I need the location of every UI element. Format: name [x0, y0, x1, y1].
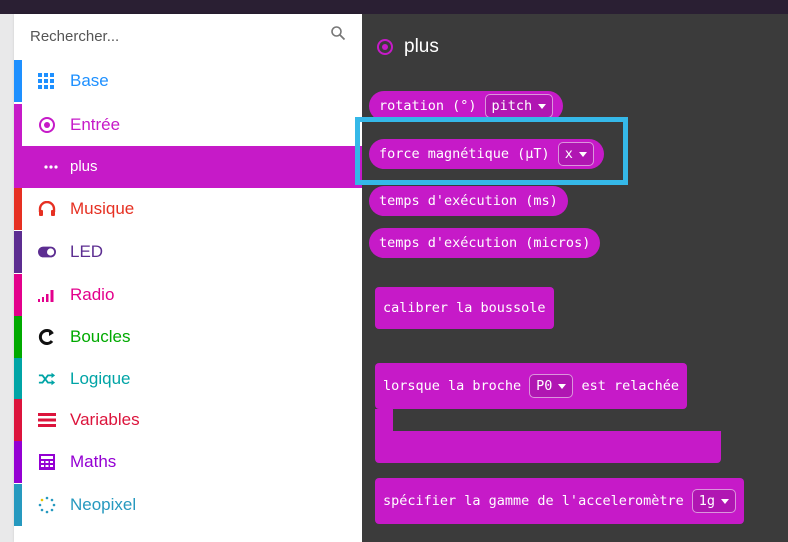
- block-text: spécifier la gamme de l'acceleromètre: [383, 493, 684, 509]
- category-stripe: [14, 484, 22, 526]
- category-stripe: [14, 60, 22, 102]
- search-input[interactable]: [28, 20, 332, 52]
- category-label: Base: [70, 71, 109, 90]
- category-stripe: [14, 231, 22, 273]
- block-text: temps d'exécution (ms): [379, 193, 558, 209]
- category-label: Maths: [70, 452, 117, 471]
- block-temps-micros[interactable]: temps d'exécution (micros): [369, 228, 601, 258]
- block-text: calibrer la boussole: [383, 300, 546, 316]
- category-label: Boucles: [70, 327, 131, 346]
- dropdown-value: pitch: [491, 98, 533, 114]
- block-text: est relachée: [581, 378, 679, 394]
- category-led[interactable]: LED: [14, 231, 362, 273]
- search-icon[interactable]: [330, 25, 346, 41]
- event-header: lorsque la broche P0 est relachée: [375, 363, 687, 409]
- category-stripe: [14, 104, 22, 146]
- category-label: Musique: [70, 199, 135, 218]
- block-specifier[interactable]: spécifier la gamme de l'acceleromètre 1g: [375, 478, 744, 524]
- shuffle-icon: [38, 370, 56, 388]
- category-label: Radio: [70, 285, 115, 304]
- block-text: temps d'exécution (micros): [379, 235, 591, 251]
- category-base[interactable]: Base: [14, 60, 362, 102]
- flyout-header: plus: [376, 32, 439, 62]
- category-label: LED: [70, 242, 104, 261]
- event-side: [375, 409, 393, 431]
- radio-target-icon: [377, 39, 393, 55]
- category-maths[interactable]: Maths: [14, 441, 362, 483]
- category-stripe: [14, 316, 22, 358]
- category-logique[interactable]: Logique: [14, 358, 362, 400]
- category-stripe: [14, 188, 22, 230]
- category-label: plus: [70, 158, 98, 175]
- category-stripe: [14, 358, 22, 400]
- category-musique[interactable]: Musique: [14, 188, 362, 230]
- category-label: Variables: [70, 410, 140, 429]
- pin-dropdown[interactable]: P0: [529, 374, 574, 398]
- dropdown-arrow-icon: [721, 498, 729, 504]
- rotation-dropdown[interactable]: pitch: [484, 94, 554, 118]
- dropdown-value: 1g: [698, 493, 715, 509]
- category-stripe: [14, 274, 22, 316]
- toolbox-search: [14, 14, 362, 60]
- block-text: lorsque la broche: [383, 378, 522, 394]
- category-variables[interactable]: Variables: [14, 399, 362, 441]
- loop-icon: [38, 328, 56, 346]
- lines-icon: [38, 411, 56, 429]
- dropdown-arrow-icon: [558, 383, 567, 389]
- category-stripe: [14, 399, 22, 441]
- category-radio[interactable]: Radio: [14, 274, 362, 316]
- calculator-icon: [38, 453, 56, 471]
- category-label: Entrée: [70, 115, 121, 134]
- signal-bars-icon: [38, 286, 56, 304]
- range-dropdown[interactable]: 1g: [691, 489, 736, 513]
- dropdown-value: P0: [536, 378, 553, 394]
- category-entree[interactable]: Entrée: [14, 104, 362, 146]
- highlight-box: [355, 117, 628, 185]
- top-bar: [0, 0, 788, 14]
- category-label: Logique: [70, 369, 131, 388]
- editor-gutter: [0, 14, 14, 542]
- event-footer: [375, 431, 721, 463]
- category-plus[interactable]: plus: [14, 146, 362, 188]
- category-neopixel[interactable]: Neopixel: [14, 484, 362, 526]
- more-dots-icon: [42, 158, 60, 176]
- dropdown-arrow-icon: [538, 103, 547, 109]
- grid-icon: [38, 72, 56, 90]
- block-calibrer[interactable]: calibrer la boussole: [375, 287, 554, 329]
- category-stripe: [14, 441, 22, 483]
- block-lorsque[interactable]: lorsque la broche P0 est relachée: [375, 363, 721, 463]
- block-text: rotation (°): [379, 98, 477, 114]
- category-boucles[interactable]: Boucles: [14, 316, 362, 358]
- block-temps-ms[interactable]: temps d'exécution (ms): [369, 186, 568, 216]
- headphones-icon: [38, 200, 56, 218]
- category-label: Neopixel: [70, 495, 137, 514]
- flyout-title: plus: [404, 36, 439, 57]
- radio-target-icon: [38, 116, 56, 134]
- toggle-icon: [38, 243, 56, 261]
- dotted-circle-icon: [38, 496, 56, 514]
